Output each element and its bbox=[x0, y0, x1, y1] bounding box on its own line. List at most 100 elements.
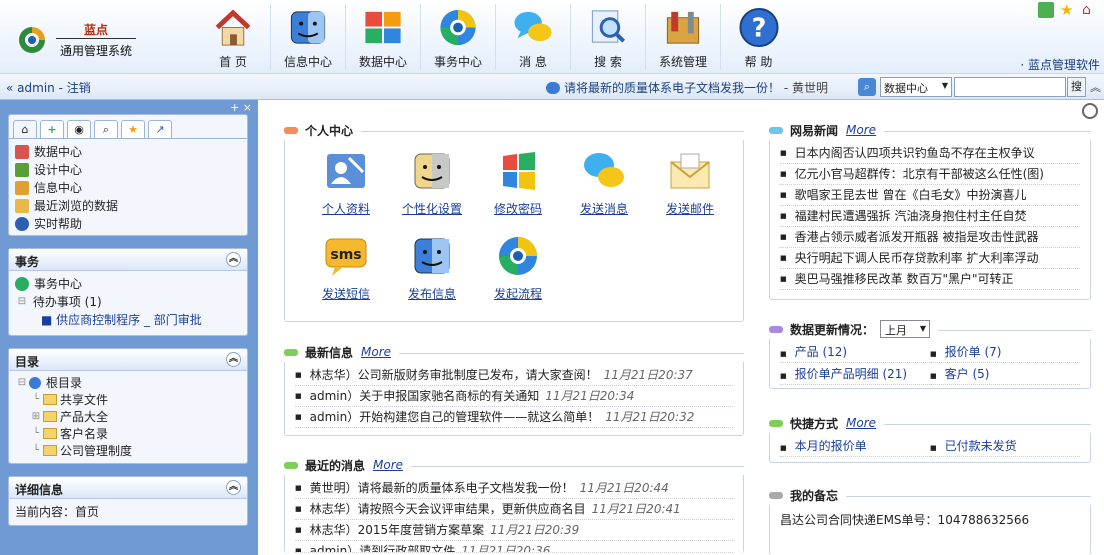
catalog-title: 目录 bbox=[15, 355, 40, 369]
collapse-header-icon[interactable]: ︽ bbox=[1090, 79, 1101, 95]
news-item[interactable]: 亿元小官马超群传：北京有干部被这么任性(图) bbox=[780, 164, 1080, 185]
collapse-tree-icon[interactable]: ⊟ bbox=[15, 293, 29, 311]
help-small-icon bbox=[15, 217, 29, 231]
nav-search[interactable]: 搜 索 bbox=[571, 4, 646, 70]
pin-icon[interactable] bbox=[1038, 2, 1054, 18]
recent-arrow-icon bbox=[15, 199, 29, 213]
send-message-link[interactable]: 发送消息 bbox=[561, 148, 647, 233]
quick-search-button[interactable]: 搜 bbox=[1067, 77, 1086, 97]
collapse-catalog-icon[interactable]: ︽ bbox=[226, 352, 241, 367]
nav-data-center[interactable]: 数据中心 bbox=[346, 4, 421, 70]
update-customers-link[interactable]: 客户 (5) bbox=[930, 364, 1080, 385]
profile-link[interactable]: 个人资料 bbox=[303, 148, 389, 233]
star-icon[interactable]: ★ bbox=[1060, 2, 1076, 18]
quick-search-input[interactable] bbox=[954, 77, 1066, 97]
sms-icon: sms bbox=[325, 238, 367, 276]
fav-recent[interactable]: 最近浏览的数据 bbox=[15, 197, 241, 215]
publish-info-link[interactable]: 发布信息 bbox=[389, 233, 475, 318]
fav-data-center[interactable]: 数据中心 bbox=[15, 143, 241, 161]
nav-home[interactable]: 首 页 bbox=[196, 4, 271, 70]
fav-help[interactable]: 实时帮助 bbox=[15, 215, 241, 233]
nav-affairs-center[interactable]: 事务中心 bbox=[421, 4, 496, 70]
shortcuts-section: 快捷方式 More 本月的报价单 已付款未发货 bbox=[769, 413, 1091, 463]
personal-center-section: 个人中心 个人资料 个性化设置 修改密码 发送消息 发送邮件 sms 发送短信 bbox=[284, 120, 744, 322]
list-item[interactable]: 林志华）公司新版财务审批制度已发布，请大家查阅！11月21日20:37 bbox=[295, 365, 733, 386]
message-ticker[interactable]: 请将最新的质量体系电子文档发我一份！ - 黄世明 bbox=[546, 79, 828, 96]
fav-info-center[interactable]: 信息中心 bbox=[15, 179, 241, 197]
finder-face-icon bbox=[414, 238, 450, 274]
tab-link[interactable]: ↗ bbox=[148, 120, 172, 138]
list-item[interactable]: 林志华）2015年度营销方案草案11月21日20:39 bbox=[295, 520, 733, 541]
tab-home[interactable]: ⌂ bbox=[13, 120, 37, 138]
list-item[interactable]: admin）开始构建您自己的管理软件——就这么简单！11月21日20:32 bbox=[295, 407, 733, 428]
sidebar-tools[interactable]: + × bbox=[230, 101, 252, 114]
pending-items[interactable]: ⊟ 待办事项 (1) bbox=[15, 293, 241, 311]
tab-add[interactable]: + bbox=[40, 120, 64, 138]
pending-item-link[interactable]: ■ 供应商控制程序 _ 部门审批 bbox=[15, 311, 241, 329]
news-item[interactable]: 香港占领示威者派发开瓶器 被指是攻击性武器 bbox=[780, 227, 1080, 248]
nav-system-admin[interactable]: 系统管理 bbox=[646, 4, 721, 70]
favorites-tabs: ⌂ + ◉ ⌕ ★ ↗ bbox=[9, 115, 247, 138]
affairs-center-link[interactable]: 事务中心 bbox=[15, 275, 241, 293]
period-select[interactable]: 上月 bbox=[880, 320, 931, 338]
change-password-link[interactable]: 修改密码 bbox=[475, 148, 561, 233]
shortcuts-more-link[interactable]: More bbox=[846, 416, 876, 430]
detail-content: 当前内容：首页 bbox=[15, 505, 100, 519]
brand-name: 通用管理系统 bbox=[59, 44, 132, 58]
list-item[interactable]: admin）关于申报国家驰名商标的有关通知11月21日20:34 bbox=[295, 386, 733, 407]
nav-help[interactable]: ? 帮 助 bbox=[721, 4, 796, 70]
affairs-title: 事务 bbox=[15, 255, 40, 269]
send-sms-link[interactable]: sms 发送短信 bbox=[303, 233, 389, 318]
tree-item-customers[interactable]: └ 客户名录 bbox=[15, 425, 241, 442]
tab-view[interactable]: ◉ bbox=[67, 120, 91, 138]
shortcut-paid-unshipped[interactable]: 已付款未发货 bbox=[930, 436, 1080, 457]
shortcut-monthly-quotes[interactable]: 本月的报价单 bbox=[780, 436, 930, 457]
finder-icon bbox=[290, 11, 326, 44]
memo-title: 我的备忘 bbox=[790, 488, 839, 503]
list-item[interactable]: 黄世明）请将最新的质量体系电子文档发我一份！11月21日20:44 bbox=[295, 478, 733, 499]
latest-info-more-link[interactable]: More bbox=[361, 345, 391, 359]
blocks-icon bbox=[365, 11, 401, 44]
news-more-link[interactable]: More bbox=[846, 123, 876, 137]
start-workflow-link[interactable]: 发起流程 bbox=[475, 233, 561, 318]
tree-item-shared[interactable]: └ 共享文件 bbox=[15, 391, 241, 408]
home-small-icon[interactable]: ⌂ bbox=[1082, 2, 1098, 18]
collapse-detail-icon[interactable]: ︽ bbox=[226, 480, 241, 495]
news-item[interactable]: 日本内阁否认四项共识钓鱼岛不存在主权争议 bbox=[780, 143, 1080, 164]
tree-item-products[interactable]: ⊞ 产品大全 bbox=[15, 408, 241, 425]
update-quote-details-link[interactable]: 报价单产品明细 (21) bbox=[780, 364, 930, 385]
customize-link[interactable]: 个性化设置 bbox=[389, 148, 475, 233]
tab-search[interactable]: ⌕ bbox=[94, 120, 118, 138]
main-nav: 首 页 信息中心 数据中心 事务中心 消 息 搜 索 系统管理 ? 帮 助 bbox=[196, 4, 796, 70]
user-logout[interactable]: « admin - 注销 bbox=[6, 79, 91, 96]
news-item[interactable]: 歌唱家王昆去世 曾在《白毛女》中扮演喜儿 bbox=[780, 185, 1080, 206]
update-quotes-link[interactable]: 报价单 (7) bbox=[930, 342, 1080, 363]
quick-search-scope-select[interactable]: 数据中心 bbox=[880, 77, 952, 97]
shortcuts-title: 快捷方式 bbox=[790, 416, 839, 431]
list-item[interactable]: 林志华）请按照今天会议评审结果，更新供应商名目11月21日20:41 bbox=[295, 499, 733, 520]
news-item[interactable]: 奥巴马强推移民改革 数百万"黑户"可转正 bbox=[780, 269, 1080, 290]
nav-messages[interactable]: 消 息 bbox=[496, 4, 571, 70]
recent-messages-more-link[interactable]: More bbox=[373, 458, 403, 472]
brand-link[interactable]: · 蓝点管理软件 bbox=[1020, 56, 1100, 73]
fav-design-center[interactable]: 设计中心 bbox=[15, 161, 241, 179]
home-icon bbox=[215, 9, 251, 46]
folder-icon bbox=[43, 394, 57, 405]
send-email-link[interactable]: 发送邮件 bbox=[647, 148, 733, 233]
news-item[interactable]: 福建村民遭遇强拆 汽油浇身抱住村主任自焚 bbox=[780, 206, 1080, 227]
latest-info-section: 最新信息 More 林志华）公司新版财务审批制度已发布，请大家查阅！11月21日2… bbox=[284, 342, 744, 436]
list-item[interactable]: admin）请到行政部取文件11月21日20:36 bbox=[295, 541, 733, 553]
info-doc-icon bbox=[15, 181, 29, 195]
tab-favorite[interactable]: ★ bbox=[121, 120, 145, 138]
logo-icon bbox=[19, 27, 45, 53]
update-products-link[interactable]: 产品 (12) bbox=[780, 342, 930, 363]
folder-icon bbox=[43, 411, 57, 422]
collapse-affairs-icon[interactable]: ︽ bbox=[226, 252, 241, 267]
quick-search-icon: ⌕ bbox=[858, 78, 876, 96]
tree-item-policies[interactable]: └ 公司管理制度 bbox=[15, 442, 241, 459]
news-item[interactable]: 央行明起下调人民币存贷款利率 扩大利率浮动 bbox=[780, 248, 1080, 269]
tree-root[interactable]: ⊟ 根目录 bbox=[15, 374, 241, 391]
nav-info-center[interactable]: 信息中心 bbox=[271, 4, 346, 70]
settings-gear-icon[interactable] bbox=[1082, 103, 1098, 119]
folder-icon bbox=[43, 428, 57, 439]
